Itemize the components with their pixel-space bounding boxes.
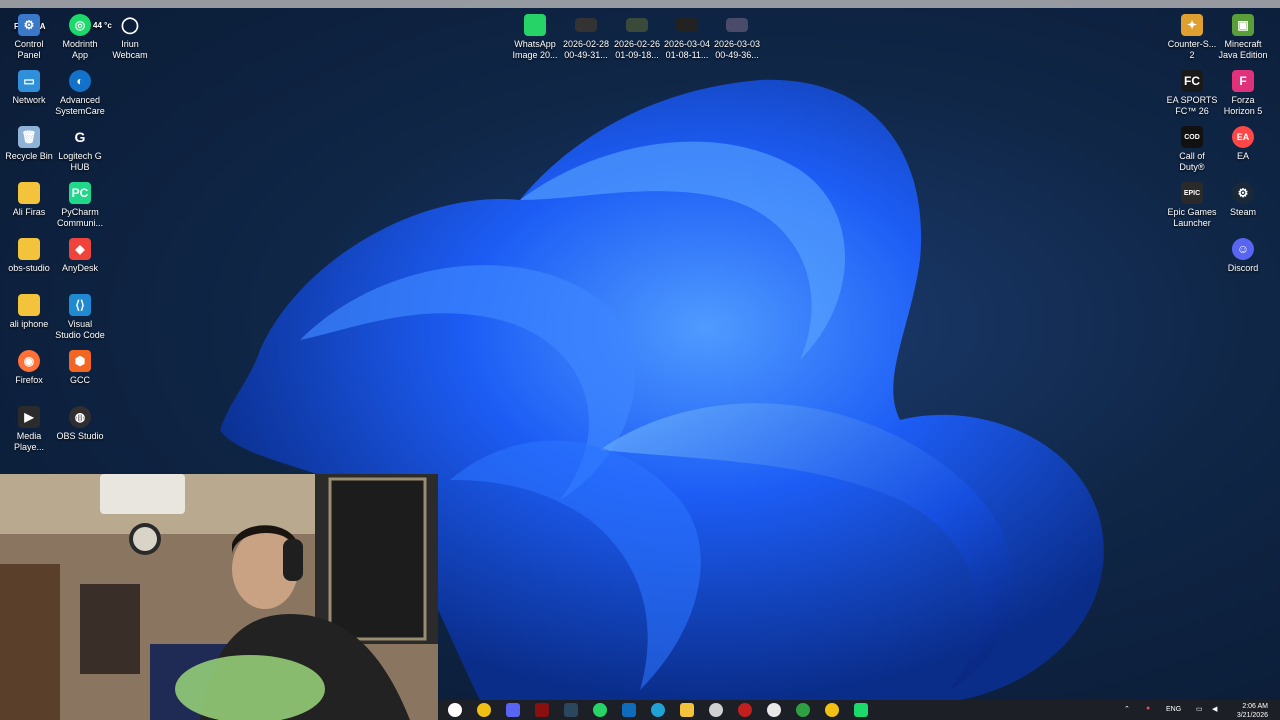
- steam-icon: ⚙: [1232, 182, 1254, 204]
- desktop-icon-network[interactable]: ▭ Network: [0, 70, 58, 106]
- discord-icon: ☺: [1232, 238, 1254, 260]
- video-file-icon: [575, 18, 597, 32]
- call-of-duty-icon: COD: [1181, 126, 1203, 148]
- media-icon[interactable]: [738, 703, 752, 717]
- desktop-icon-obs-studio-folder[interactable]: obs-studio: [0, 238, 58, 274]
- clock-time: 2:06 AM: [1242, 703, 1268, 710]
- game-icon[interactable]: [535, 703, 549, 717]
- network-icon: ▭: [18, 70, 40, 92]
- systemcare-icon: ◐: [69, 70, 91, 92]
- clock-date: 3/21/2026: [1236, 712, 1268, 719]
- media-player-icon: ▶: [18, 406, 40, 428]
- ea-icon: EA: [1232, 126, 1254, 148]
- taskbar: ⌃ ● ENG ▭ ◀ 2:06 AM 3/21/2026: [438, 700, 1280, 720]
- chrome-alt-icon[interactable]: [825, 703, 839, 717]
- minecraft-icon: ▣: [1232, 14, 1254, 36]
- gpu-icon[interactable]: [796, 703, 810, 717]
- calendar-icon[interactable]: [622, 703, 636, 717]
- desktop-icon-firefox[interactable]: ◉ Firefox: [0, 350, 58, 386]
- vscode-icon: ⟨⟩: [69, 294, 91, 316]
- whatsapp-icon[interactable]: [593, 703, 607, 717]
- video-file-icon: [676, 18, 698, 32]
- desktop-icon-epic-games[interactable]: EPIC Epic Games Launcher: [1163, 182, 1221, 229]
- folder-icon[interactable]: [680, 703, 694, 717]
- pycharm-icon: PC: [69, 182, 91, 204]
- webcam-icon: ◯: [121, 16, 139, 34]
- folder-icon: [18, 182, 40, 204]
- webcam-scene: [0, 474, 438, 720]
- desktop-icon-whatsapp-image[interactable]: WhatsApp Image 20...: [506, 14, 564, 61]
- chatgpt-icon[interactable]: [709, 703, 723, 717]
- desktop-icon-media-player[interactable]: ▶ Media Playe...: [0, 406, 58, 453]
- clock[interactable]: 2:06 AM 3/21/2026: [1237, 702, 1268, 720]
- firefox-icon: ◉: [18, 350, 40, 372]
- folder-icon: [18, 238, 40, 260]
- recycle-bin-icon: 🗑: [18, 126, 40, 148]
- tray-chevron-icon[interactable]: ⌃: [1124, 705, 1130, 713]
- video-file-icon: [726, 18, 748, 32]
- desktop-icon-call-of-duty[interactable]: COD Call of Duty®: [1163, 126, 1221, 173]
- logitech-icon: G: [74, 128, 86, 145]
- desktop-icon-obs-studio[interactable]: ◍ OBS Studio: [51, 406, 109, 442]
- desktop-icon-video-1[interactable]: 2026-02-28 00-49-31...: [557, 14, 615, 61]
- counter-strike-icon: ✦: [1181, 14, 1203, 36]
- desktop-icon-ea[interactable]: EA EA: [1214, 126, 1272, 162]
- obs-icon: ◍: [69, 406, 91, 428]
- desktop-icon-recycle-bin[interactable]: 🗑 Recycle Bin: [0, 126, 58, 162]
- desktop-icon-pycharm[interactable]: PC PyCharm Communi...: [51, 182, 109, 229]
- edge-icon[interactable]: [651, 703, 665, 717]
- desktop-icon-discord[interactable]: ☺ Discord: [1214, 238, 1272, 274]
- desktop-icon-gcc[interactable]: ⬢ GCC: [51, 350, 109, 386]
- desktop-icon-vscode[interactable]: ⟨⟩ Visual Studio Code: [51, 294, 109, 341]
- desktop-icon-forza-horizon[interactable]: F Forza Horizon 5: [1214, 70, 1272, 117]
- desktop-icon-steam[interactable]: ⚙ Steam: [1214, 182, 1272, 218]
- top-window-strip: [0, 0, 1280, 8]
- volume-icon[interactable]: ◀: [1212, 705, 1217, 713]
- image-file-icon: [524, 14, 546, 36]
- webcam-overlay: [0, 474, 438, 720]
- desktop-icon-ali-iphone[interactable]: ali iphone: [0, 294, 58, 330]
- desktop-icon-anydesk[interactable]: ◆ AnyDesk: [51, 238, 109, 274]
- app-icon[interactable]: [854, 703, 868, 717]
- desktop-icon-control-panel[interactable]: ⚙ Control Panel: [0, 14, 58, 61]
- desktop-icon-ea-sports-fc[interactable]: FC EA SPORTS FC™ 26: [1163, 70, 1221, 117]
- control-panel-icon: ⚙: [18, 14, 40, 36]
- video-file-icon: [626, 18, 648, 32]
- modrinth-icon: ◎: [69, 14, 91, 36]
- anydesk-icon: ◆: [69, 238, 91, 260]
- desktop-icon-video-4[interactable]: 2026-03-03 00-49-36...: [708, 14, 766, 61]
- steam-icon[interactable]: [564, 703, 578, 717]
- chrome-profile-icon[interactable]: [767, 703, 781, 717]
- desktop-icon-counter-strike[interactable]: ✦ Counter-S... 2: [1163, 14, 1221, 61]
- epic-games-icon: EPIC: [1181, 182, 1203, 204]
- desktop-icon-minecraft[interactable]: ▣ Minecraft Java Edition: [1214, 14, 1272, 61]
- xbox-icon[interactable]: [448, 703, 462, 717]
- folder-icon: [18, 294, 40, 316]
- ea-sports-fc-icon: FC: [1181, 70, 1203, 92]
- desktop-icon-logitech-ghub[interactable]: G Logitech G HUB: [51, 126, 109, 173]
- desktop-icon-ali-firas[interactable]: Ali Firas: [0, 182, 58, 218]
- forza-icon: F: [1232, 70, 1254, 92]
- discord-icon[interactable]: [506, 703, 520, 717]
- language-indicator[interactable]: ENG: [1166, 706, 1181, 713]
- microphone-icon[interactable]: ●: [1146, 705, 1150, 712]
- gcc-icon: ⬢: [69, 350, 91, 372]
- network-tray-icon[interactable]: ▭: [1196, 705, 1203, 713]
- desktop-icon-iriun-webcam[interactable]: ◯ Iriun Webcam: [101, 14, 159, 61]
- chrome-icon[interactable]: [477, 703, 491, 717]
- desktop-icon-advanced-systemcare[interactable]: ◐ Advanced SystemCare: [51, 70, 109, 117]
